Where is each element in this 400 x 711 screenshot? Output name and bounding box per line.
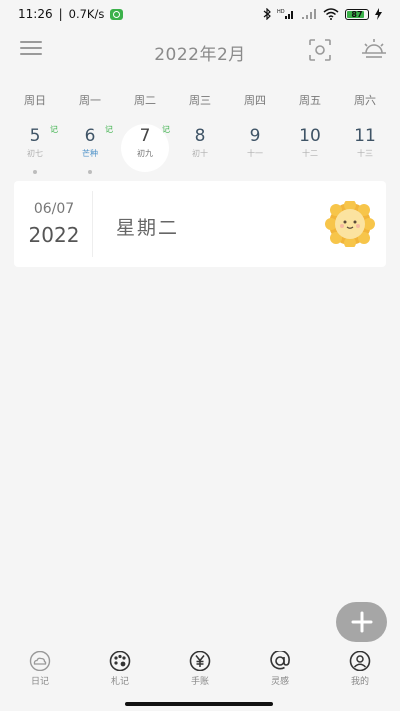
date-number: 11 xyxy=(354,126,376,146)
weekday-header: 周日 周一 周二 周三 周四 周五 周六 xyxy=(10,92,390,108)
date-cell[interactable]: 11 十三 xyxy=(340,120,390,172)
battery-icon: 87 xyxy=(345,8,369,20)
bluetooth-icon xyxy=(263,8,271,20)
plus-icon xyxy=(351,611,372,633)
wechat-notification-icon xyxy=(110,8,124,20)
weekday-label: 周日 xyxy=(24,94,46,107)
lunar-date: 初九 xyxy=(137,149,153,158)
week-dates: 5 初七 记 6 芒种 记 7 初九 记 8 初十 9 十一 10 十二 11 … xyxy=(10,120,390,174)
bottom-nav: 日记 札记 手账 灵感 我的 xyxy=(0,647,400,695)
sunrise-icon[interactable] xyxy=(360,36,388,62)
nav-label: 灵感 xyxy=(270,677,289,687)
lunar-date: 芒种 xyxy=(82,149,98,158)
svg-text:HD: HD xyxy=(277,9,285,15)
nav-label: 札记 xyxy=(110,677,129,687)
record-badge: 记 xyxy=(50,125,58,134)
user-icon xyxy=(349,651,371,671)
weekday-label: 周二 xyxy=(134,94,156,107)
entry-date: 06/07 2022 xyxy=(14,201,94,247)
nav-item-profile[interactable]: 我的 xyxy=(320,647,400,695)
signal-icon: HD xyxy=(277,9,293,19)
sun-face-icon xyxy=(325,201,375,247)
palette-icon xyxy=(109,651,131,671)
charging-icon xyxy=(375,8,382,20)
cloud-icon xyxy=(29,651,51,671)
lunar-date: 十二 xyxy=(302,149,318,158)
battery-level: 87 xyxy=(351,9,363,19)
status-time: 11:26 xyxy=(18,7,53,21)
menu-icon[interactable] xyxy=(20,41,42,57)
record-badge: 记 xyxy=(162,125,170,134)
date-cell[interactable]: 10 十二 xyxy=(285,120,335,172)
net-speed: 0.7K/s xyxy=(68,7,105,21)
nav-item-inspiration[interactable]: 灵感 xyxy=(240,647,320,695)
nav-label: 我的 xyxy=(350,677,369,687)
lunar-date: 初十 xyxy=(192,149,208,158)
nav-item-diary[interactable]: 日记 xyxy=(0,647,80,695)
date-cell-selected[interactable]: 7 初九 记 xyxy=(120,120,170,172)
weekday-label: 周一 xyxy=(79,94,101,107)
record-badge: 记 xyxy=(105,125,113,134)
weekday-label: 周四 xyxy=(244,94,266,107)
nav-item-ledger[interactable]: 手账 xyxy=(160,647,240,695)
entry-weekday: 星期二 xyxy=(116,217,180,239)
lunar-date: 十一 xyxy=(247,149,263,158)
status-bar: 11:26 | 0.7K/s HD 87 xyxy=(0,0,400,28)
signal-2-icon xyxy=(302,9,316,19)
weekday-label: 周三 xyxy=(189,94,211,107)
nav-item-notes[interactable]: 札记 xyxy=(80,647,160,695)
date-cell[interactable]: 5 初七 记 xyxy=(10,120,60,174)
record-dot xyxy=(88,170,92,174)
entry-year: 2022 xyxy=(28,223,80,247)
entry-month-day: 06/07 xyxy=(33,201,75,217)
date-cell[interactable]: 9 十一 xyxy=(230,120,280,172)
weekday-label: 周五 xyxy=(299,94,321,107)
yen-icon xyxy=(189,651,211,671)
lunar-date: 初七 xyxy=(27,149,43,158)
lunar-date: 十三 xyxy=(357,149,373,158)
at-icon xyxy=(270,651,290,670)
nav-label: 手账 xyxy=(190,677,209,687)
add-entry-button[interactable] xyxy=(336,602,387,642)
wifi-icon xyxy=(323,8,339,20)
diary-entry-card[interactable]: 06/07 2022 星期二 xyxy=(14,181,386,267)
nav-label: 日记 xyxy=(30,677,49,687)
date-number: 8 xyxy=(194,126,206,146)
status-separator: | xyxy=(58,7,63,21)
weekday-label: 周六 xyxy=(354,94,376,107)
month-title[interactable]: 2022年2月 xyxy=(0,40,400,65)
date-cell[interactable]: 6 芒种 记 xyxy=(65,120,115,174)
header: 2022年2月 xyxy=(0,32,400,68)
scan-icon[interactable] xyxy=(308,38,332,62)
home-indicator[interactable] xyxy=(125,702,273,706)
date-number: 9 xyxy=(249,126,261,146)
record-dot xyxy=(33,170,37,174)
date-number: 10 xyxy=(299,126,321,146)
divider xyxy=(92,191,93,257)
date-cell[interactable]: 8 初十 xyxy=(175,120,225,172)
status-left: 11:26 | 0.7K/s xyxy=(18,7,124,21)
status-right: HD 87 xyxy=(263,8,382,20)
